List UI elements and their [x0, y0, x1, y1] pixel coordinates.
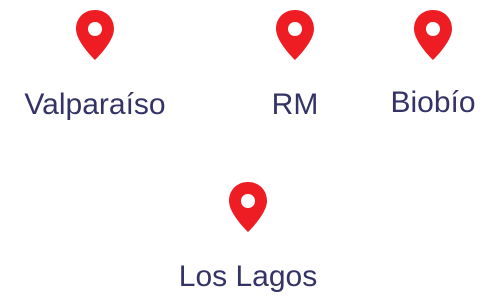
- location-rm[interactable]: RM: [250, 8, 340, 122]
- location-los-lagos[interactable]: Los Lagos: [168, 180, 328, 294]
- location-label: Los Lagos: [178, 260, 318, 293]
- map-pin-icon[interactable]: [274, 8, 316, 62]
- location-label: RM: [271, 88, 319, 121]
- location-label: Valparaíso: [24, 88, 166, 121]
- map-pin-icon[interactable]: [227, 180, 269, 234]
- location-label: Biobío: [390, 86, 476, 119]
- location-biobio[interactable]: Biobío: [375, 8, 491, 120]
- map-pin-icon[interactable]: [74, 8, 116, 62]
- location-valparaiso[interactable]: Valparaíso: [0, 8, 190, 122]
- map-pin-icon[interactable]: [412, 8, 454, 62]
